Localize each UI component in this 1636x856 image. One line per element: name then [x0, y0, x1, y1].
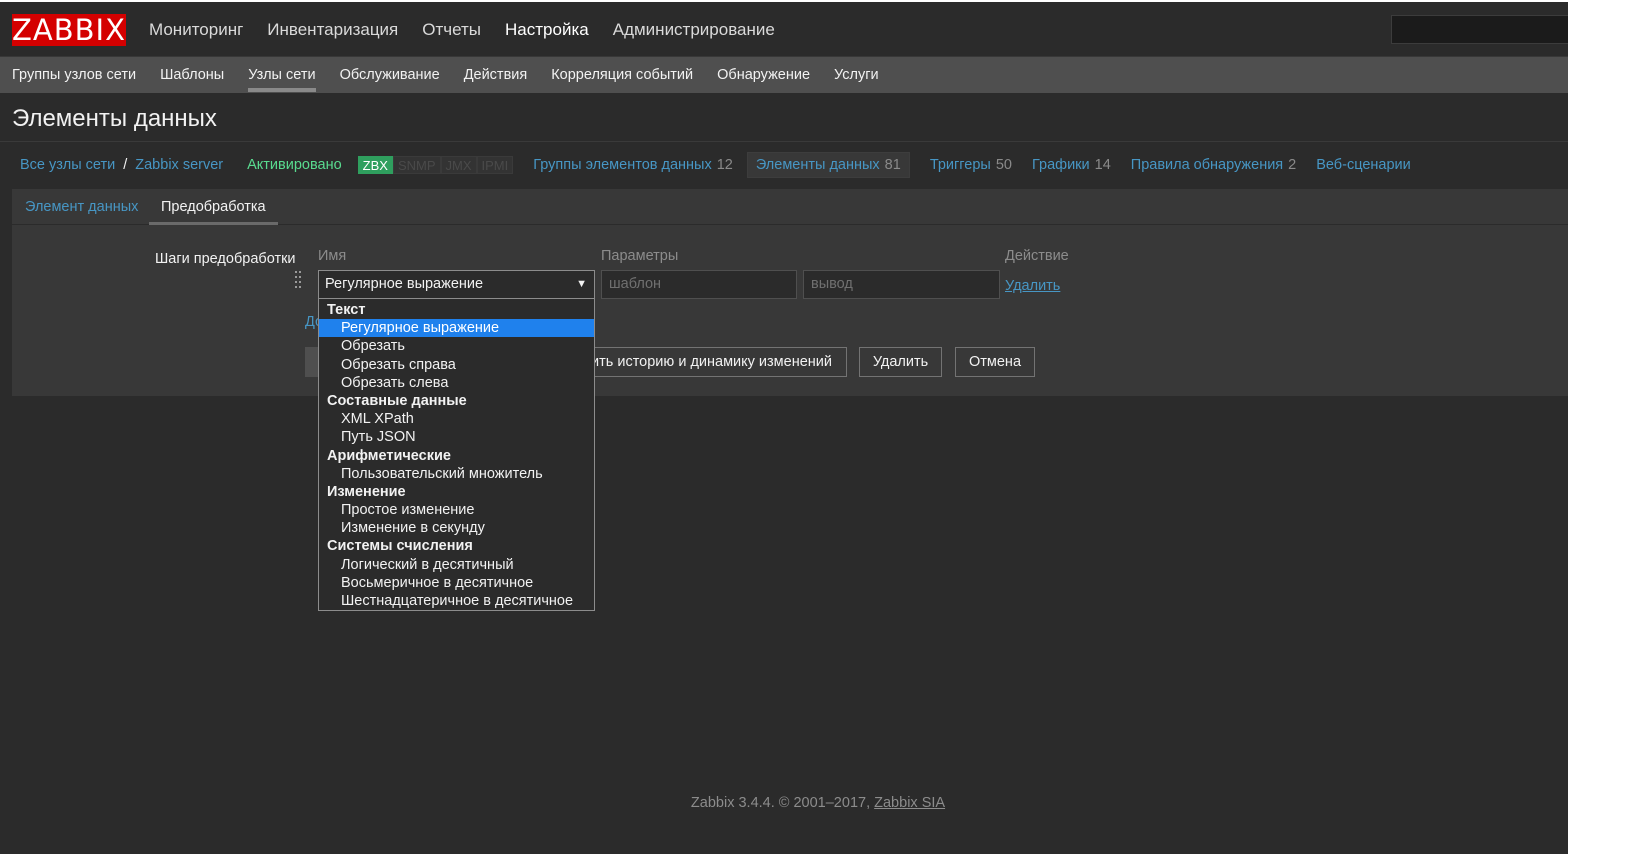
breadcrumb-all-hosts[interactable]: Все узлы сети	[20, 157, 115, 173]
delete-button[interactable]: Удалить	[859, 347, 942, 377]
option-custom-multiplier[interactable]: Пользовательский множитель	[319, 465, 594, 483]
tab-triggers[interactable]: Триггеры 50	[930, 157, 1012, 173]
option-boolean-to-decimal[interactable]: Логический в десятичный	[319, 556, 594, 574]
tab-item-groups[interactable]: Группы элементов данных 12	[533, 157, 733, 173]
sub-menu-bar: Группы узлов сети Шаблоны Узлы сети Обсл…	[0, 57, 1636, 93]
menu-inventory[interactable]: Инвентаризация	[267, 2, 398, 57]
app-frame: ZABBIX Мониторинг Инвентаризация Отчеты …	[0, 2, 1636, 854]
pattern-input[interactable]: шаблон	[601, 270, 797, 299]
option-regex[interactable]: Регулярное выражение	[319, 319, 594, 338]
jmx-badge: JMX	[440, 156, 477, 174]
submenu-host-groups[interactable]: Группы узлов сети	[12, 57, 136, 93]
column-header-name: Имя	[318, 248, 347, 264]
tab-items-count: 81	[884, 157, 901, 173]
submenu-templates[interactable]: Шаблоны	[160, 57, 224, 93]
divider	[0, 141, 1636, 142]
zabbix-logo[interactable]: ZABBIX	[12, 14, 126, 46]
top-bar: ZABBIX Мониторинг Инвентаризация Отчеты …	[0, 2, 1636, 57]
breadcrumb-separator: /	[123, 157, 128, 173]
availability-badges: ZBX SNMP JMX IPMI	[357, 156, 514, 174]
preprocessing-steps-label: Шаги предобработки	[155, 251, 296, 267]
tab-triggers-count: 50	[995, 157, 1012, 173]
tab-item-groups-label: Группы элементов данных	[533, 157, 712, 173]
menu-reports[interactable]: Отчеты	[422, 2, 481, 57]
tab-items[interactable]: Элементы данных 81	[746, 152, 910, 178]
ipmi-badge: IPMI	[476, 156, 514, 174]
page-title: Элементы данных	[12, 105, 217, 132]
sub-menu: Группы узлов сети Шаблоны Узлы сети Обсл…	[12, 57, 903, 93]
footer: Zabbix 3.4.4. © 2001–2017, Zabbix SIA	[0, 795, 1636, 811]
menu-configuration[interactable]: Настройка	[505, 2, 589, 57]
option-rtrim[interactable]: Обрезать справа	[319, 356, 594, 374]
clear-history-button[interactable]: ить историю и динамику изменений	[560, 347, 847, 377]
step-type-dropdown-list: Текст Регулярное выражение Обрезать Обре…	[318, 298, 595, 611]
cancel-button[interactable]: Отмена	[955, 347, 1035, 377]
submenu-actions[interactable]: Действия	[464, 57, 528, 93]
tab-items-label: Элементы данных	[755, 157, 880, 173]
snmp-badge: SNMP	[392, 156, 441, 174]
submenu-event-correlation[interactable]: Корреляция событий	[551, 57, 693, 93]
column-header-action: Действие	[1005, 248, 1069, 264]
zbx-badge: ZBX	[357, 156, 393, 174]
column-header-params: Параметры	[601, 248, 679, 264]
step-type-select[interactable]: Регулярное выражение ▼	[318, 270, 595, 299]
dropdown-group-numeral-systems: Системы счисления	[327, 538, 473, 555]
update-button[interactable]	[305, 347, 319, 377]
footer-link[interactable]: Zabbix SIA	[874, 795, 945, 811]
tab-discovery-count: 2	[1288, 157, 1297, 173]
dropdown-group-structured: Составные данные	[327, 392, 467, 409]
output-input[interactable]: вывод	[803, 270, 1000, 299]
submenu-maintenance[interactable]: Обслуживание	[340, 57, 440, 93]
option-json-path[interactable]: Путь JSON	[319, 428, 594, 446]
submenu-discovery[interactable]: Обнаружение	[717, 57, 810, 93]
drag-handle-icon[interactable]	[293, 269, 303, 293]
option-change-per-second[interactable]: Изменение в секунду	[319, 519, 594, 537]
dropdown-group-text: Текст	[327, 302, 366, 318]
step-type-value: Регулярное выражение	[325, 276, 484, 292]
option-ltrim[interactable]: Обрезать слева	[319, 374, 594, 392]
tab-item[interactable]: Элемент данных	[25, 189, 138, 225]
tab-discovery-label: Правила обнаружения	[1130, 157, 1284, 173]
option-trim[interactable]: Обрезать	[319, 337, 594, 355]
main-menu: Мониторинг Инвентаризация Отчеты Настрой…	[149, 2, 799, 57]
tab-graphs[interactable]: Графики 14	[1032, 157, 1111, 173]
submenu-hosts[interactable]: Узлы сети	[248, 57, 316, 93]
dropdown-group-change: Изменение	[327, 483, 406, 500]
dropdown-group-arithmetic: Арифметические	[327, 447, 451, 464]
breadcrumb: Все узлы сети / Zabbix server Активирова…	[20, 151, 1411, 179]
submenu-services[interactable]: Услуги	[834, 57, 879, 93]
main-content: Элементы данных Все узлы сети / Zabbix s…	[0, 93, 1636, 854]
menu-monitoring[interactable]: Мониторинг	[149, 2, 243, 57]
footer-text: Zabbix 3.4.4. © 2001–2017,	[690, 795, 875, 811]
tab-web-scenarios[interactable]: Веб-сценарии	[1316, 157, 1411, 173]
tab-discovery-rules[interactable]: Правила обнаружения 2	[1131, 157, 1296, 173]
tab-graphs-label: Графики	[1031, 157, 1090, 173]
option-simple-change[interactable]: Простое изменение	[319, 501, 594, 519]
tab-triggers-label: Триггеры	[929, 157, 991, 173]
option-xml-xpath[interactable]: XML XPath	[319, 410, 594, 428]
window-edge	[1568, 0, 1636, 856]
tab-graphs-count: 14	[1094, 157, 1111, 173]
breadcrumb-host[interactable]: Zabbix server	[135, 157, 223, 173]
tab-preprocessing[interactable]: Предобработка	[149, 189, 278, 225]
menu-administration[interactable]: Администрирование	[613, 2, 775, 57]
remove-step-link[interactable]: Удалить	[1005, 278, 1060, 294]
form-tabs: Элемент данных Предобработка	[12, 189, 1636, 225]
host-status[interactable]: Активировано	[247, 157, 342, 173]
dropdown-arrow-icon: ▼	[576, 278, 587, 290]
option-hex-to-decimal[interactable]: Шестнадцатеричное в десятичное	[319, 592, 594, 610]
option-octal-to-decimal[interactable]: Восьмеричное в десятичное	[319, 574, 594, 592]
tab-item-groups-count: 12	[716, 157, 733, 173]
